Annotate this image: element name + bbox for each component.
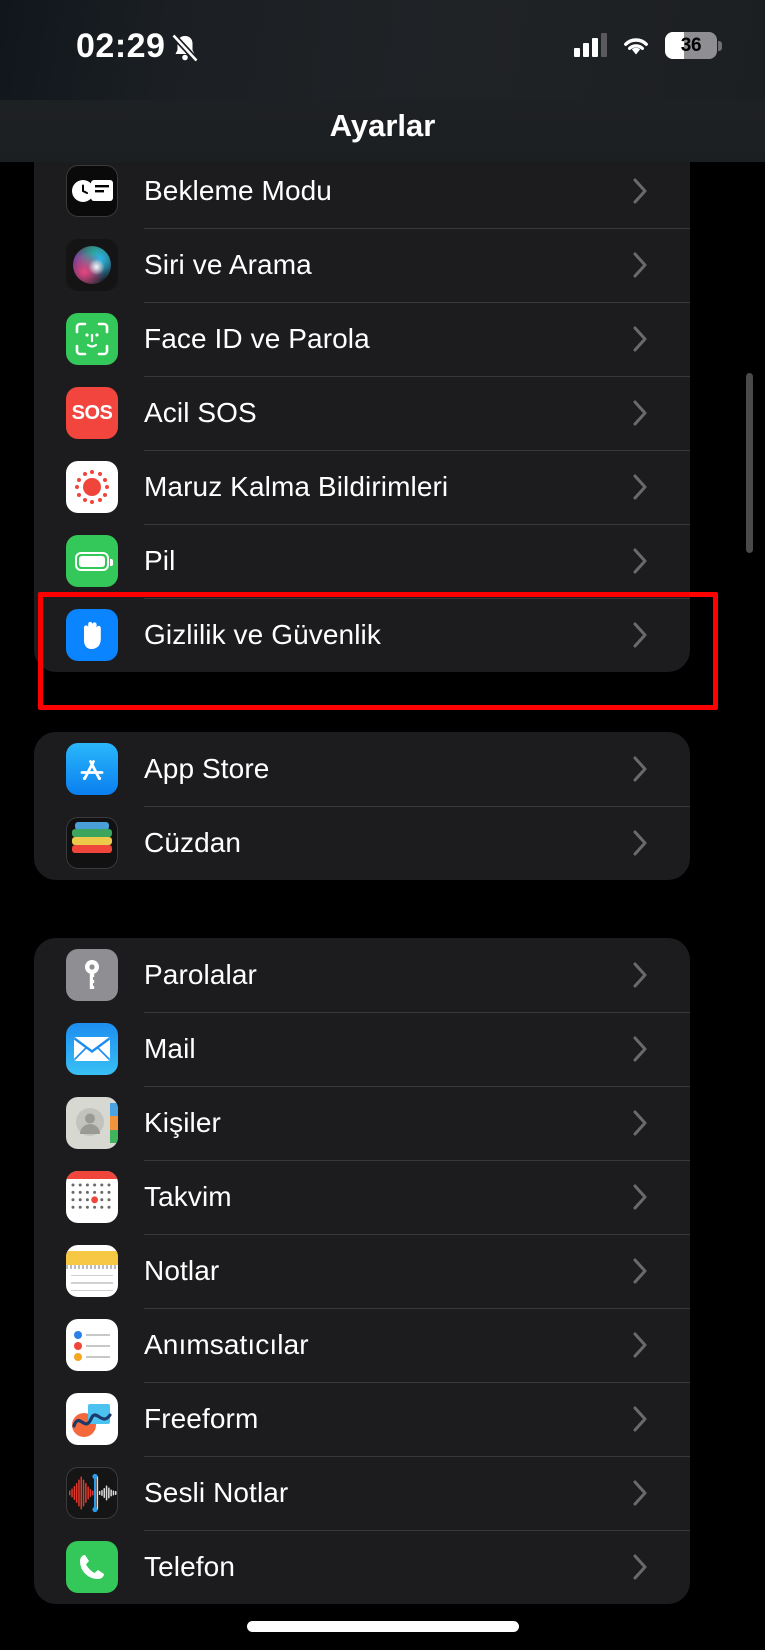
- settings-row[interactable]: Face ID ve Parola: [34, 302, 690, 376]
- settings-row[interactable]: Mail: [34, 1012, 690, 1086]
- settings-row-label: Notlar: [144, 1255, 220, 1286]
- wallet-icon: [66, 817, 118, 869]
- settings-row-label: Pil: [144, 545, 176, 576]
- phone-icon: [66, 1541, 118, 1593]
- battery-cap: [718, 40, 722, 51]
- status-bar-time: 02:29: [76, 27, 166, 65]
- face-id-icon: [66, 313, 118, 365]
- settings-row-label: Gizlilik ve Güvenlik: [144, 619, 381, 650]
- chevron-right-icon: [632, 176, 662, 206]
- settings-row[interactable]: Telefon: [34, 1530, 690, 1604]
- settings-row-label: Acil SOS: [144, 397, 257, 428]
- settings-group-store-group: App Store Cüzdan: [34, 732, 690, 880]
- contacts-icon: [66, 1097, 118, 1149]
- bell-slash-icon: [170, 32, 200, 64]
- home-indicator[interactable]: [246, 1621, 519, 1632]
- settings-row-label: Sesli Notlar: [144, 1477, 289, 1508]
- voice-memos-icon: [66, 1467, 118, 1519]
- chevron-right-icon: [632, 1256, 662, 1286]
- battery-percent-label: 36: [680, 34, 702, 56]
- chevron-right-icon: [632, 398, 662, 428]
- app-store-icon: [66, 743, 118, 795]
- standby-icon: [66, 165, 118, 217]
- chevron-right-icon: [632, 546, 662, 576]
- chevron-right-icon: [632, 1330, 662, 1360]
- settings-row[interactable]: Siri ve Arama: [34, 228, 690, 302]
- chevron-right-icon: [632, 1182, 662, 1212]
- iphone-settings-screen: 02:29 36 Ayarlar Bekleme Modu Siri ve Ar…: [0, 0, 765, 1650]
- settings-row-label: Bekleme Modu: [144, 175, 332, 206]
- status-bar: 02:29 36: [0, 0, 765, 100]
- chevron-right-icon: [632, 620, 662, 650]
- chevron-right-icon: [632, 828, 662, 858]
- battery-indicator: 36: [665, 31, 722, 59]
- settings-row-label: Face ID ve Parola: [144, 323, 370, 354]
- status-bar-indicators: 36: [574, 30, 722, 60]
- exposure-notifications-icon: [66, 461, 118, 513]
- settings-row[interactable]: Cüzdan: [34, 806, 690, 880]
- settings-scroll-content[interactable]: Bekleme Modu Siri ve Arama Face ID ve Paro…: [0, 154, 765, 1650]
- siri-icon: [66, 239, 118, 291]
- settings-row[interactable]: Pil: [34, 524, 690, 598]
- settings-row-label: Freeform: [144, 1403, 259, 1434]
- chevron-right-icon: [632, 754, 662, 784]
- settings-row-label: Mail: [144, 1033, 196, 1064]
- settings-row[interactable]: Freeform: [34, 1382, 690, 1456]
- cellular-signal-icon: [574, 33, 607, 57]
- chevron-right-icon: [632, 1034, 662, 1064]
- settings-row-label: Parolalar: [144, 959, 257, 990]
- chevron-right-icon: [632, 960, 662, 990]
- settings-row-label: Takvim: [144, 1181, 232, 1212]
- settings-row[interactable]: Notlar: [34, 1234, 690, 1308]
- notes-icon: [66, 1245, 118, 1297]
- settings-row[interactable]: SOS Acil SOS: [34, 376, 690, 450]
- settings-row[interactable]: Sesli Notlar: [34, 1456, 690, 1530]
- settings-group-apps-group: Parolalar Mail Kişiler Takvim Notlar Anımsatı…: [34, 938, 690, 1604]
- settings-row[interactable]: Kişiler: [34, 1086, 690, 1160]
- chevron-right-icon: [632, 1108, 662, 1138]
- settings-row[interactable]: Takvim: [34, 1160, 690, 1234]
- freeform-icon: [66, 1393, 118, 1445]
- chevron-right-icon: [632, 1404, 662, 1434]
- settings-row[interactable]: App Store: [34, 732, 690, 806]
- settings-row-label: Anımsatıcılar: [144, 1329, 309, 1360]
- calendar-icon: [66, 1171, 118, 1223]
- settings-row-label: App Store: [144, 753, 270, 784]
- settings-row[interactable]: Anımsatıcılar: [34, 1308, 690, 1382]
- emergency-sos-icon: SOS: [66, 387, 118, 439]
- settings-row[interactable]: Gizlilik ve Güvenlik: [34, 598, 690, 672]
- vertical-scrollbar[interactable]: [746, 373, 753, 553]
- settings-row-label: Maruz Kalma Bildirimleri: [144, 471, 449, 502]
- settings-row[interactable]: Bekleme Modu: [34, 154, 690, 228]
- chevron-right-icon: [632, 472, 662, 502]
- privacy-hand-icon: [66, 609, 118, 661]
- settings-row-label: Cüzdan: [144, 827, 242, 858]
- chevron-right-icon: [632, 250, 662, 280]
- settings-row[interactable]: Parolalar: [34, 938, 690, 1012]
- mail-icon: [66, 1023, 118, 1075]
- wifi-icon: [621, 34, 651, 57]
- passwords-key-icon: [66, 949, 118, 1001]
- settings-row-label: Kişiler: [144, 1107, 221, 1138]
- chevron-right-icon: [632, 324, 662, 354]
- navigation-bar: Ayarlar: [0, 100, 765, 162]
- settings-row-label: Telefon: [144, 1551, 235, 1582]
- page-title: Ayarlar: [329, 108, 436, 143]
- settings-row[interactable]: Maruz Kalma Bildirimleri: [34, 450, 690, 524]
- reminders-icon: [66, 1319, 118, 1371]
- settings-group-system-group: Bekleme Modu Siri ve Arama Face ID ve Paro…: [34, 154, 690, 672]
- battery-icon: [66, 535, 118, 587]
- settings-row-label: Siri ve Arama: [144, 249, 312, 280]
- chevron-right-icon: [632, 1552, 662, 1582]
- chevron-right-icon: [632, 1478, 662, 1508]
